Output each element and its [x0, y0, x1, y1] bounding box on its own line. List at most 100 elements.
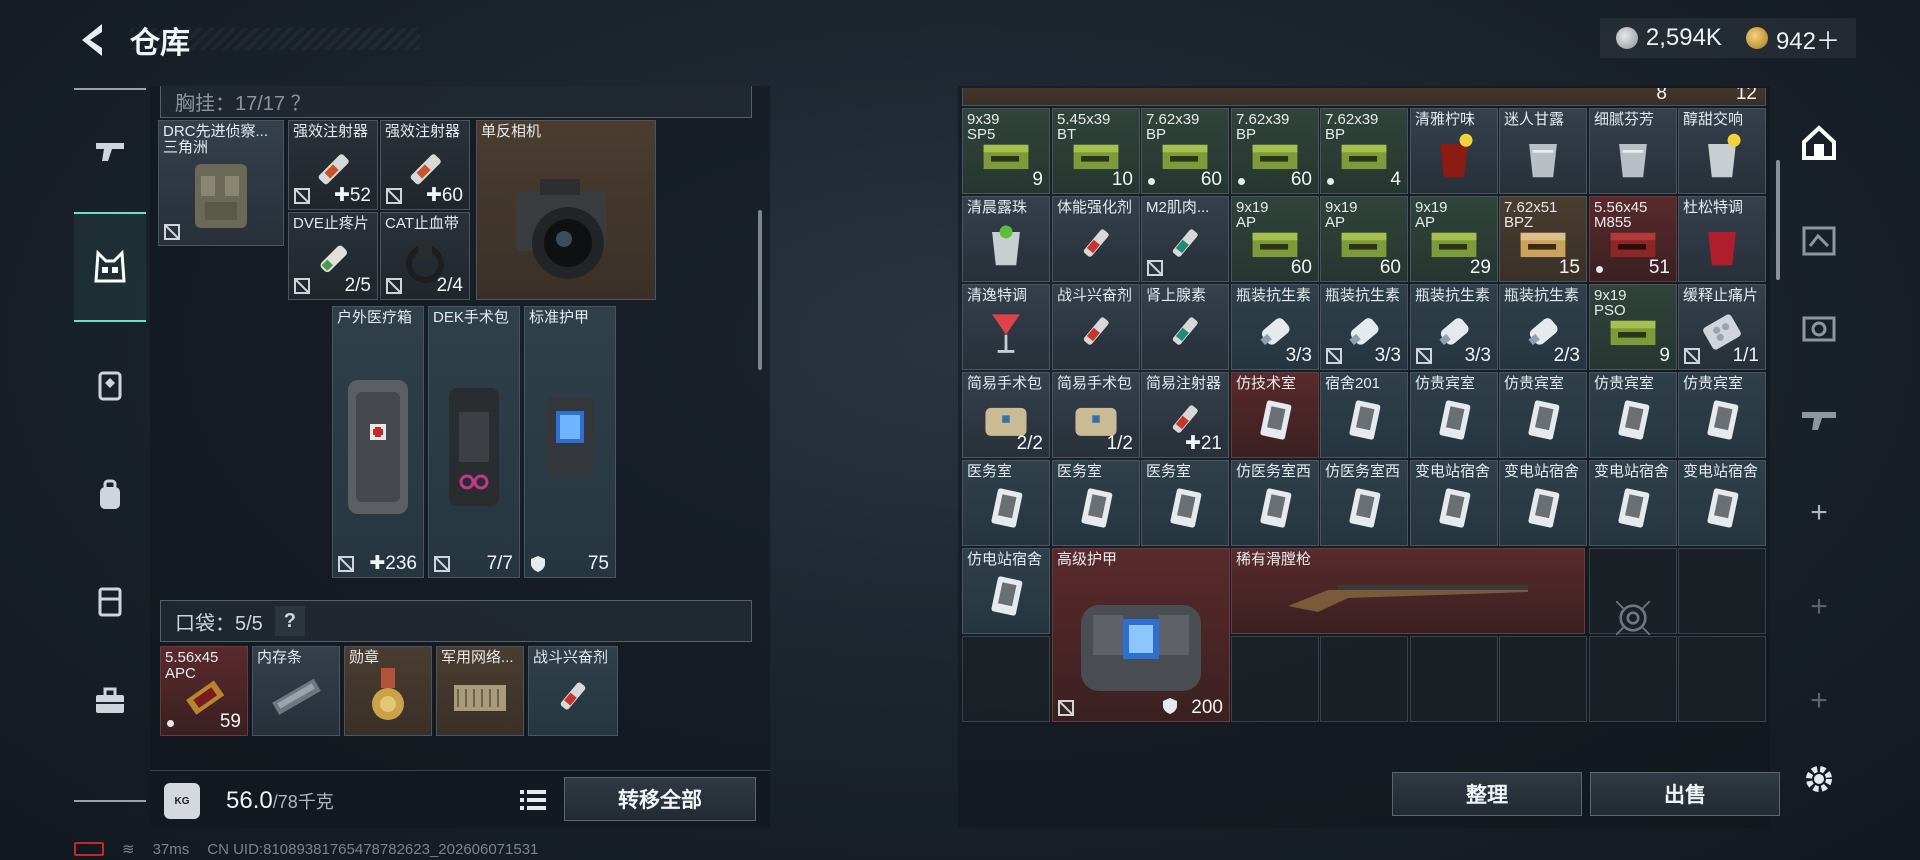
back-button[interactable] — [74, 20, 114, 60]
stash-slot[interactable]: 7.62x39 BP 60 — [1231, 108, 1319, 194]
stash-partial-row: 8 12 — [962, 88, 1766, 106]
stash-slot[interactable]: 简易注射器 ✚21 — [1141, 372, 1229, 458]
rig-slot[interactable]: 强效注射器 ✚52 — [288, 120, 378, 210]
expand-target-icon[interactable] — [1611, 596, 1655, 640]
stash-slot[interactable]: 5.45x39 BT 10 — [1052, 108, 1140, 194]
stash-slot[interactable]: 体能强化剂 — [1052, 196, 1140, 282]
stash-slot[interactable]: 迷人甘露 — [1499, 108, 1587, 194]
nav-case[interactable] — [74, 546, 146, 656]
pocket-slot[interactable]: 内存条 — [252, 646, 340, 736]
tab-stash-2[interactable] — [1782, 196, 1856, 286]
pocket-slot[interactable]: 军用网络... — [436, 646, 524, 736]
empty-stash-cell[interactable] — [1231, 636, 1319, 722]
stash-slot[interactable]: 仿贵宾室 — [1410, 372, 1498, 458]
stash-slot[interactable]: 9x19 AP 60 — [1320, 196, 1408, 282]
empty-stash-cell[interactable] — [1678, 548, 1766, 634]
stash-slot[interactable]: 变电站宿舍 — [1410, 460, 1498, 546]
settings-button[interactable] — [1782, 734, 1856, 824]
stash-slot[interactable]: 仿贵宾室 — [1678, 372, 1766, 458]
stash-slot[interactable]: 医务室 — [1141, 460, 1229, 546]
stash-slot[interactable]: 战斗兴奋剂 — [1052, 284, 1140, 370]
sell-button[interactable]: 出售 — [1590, 772, 1780, 816]
stash-slot[interactable]: 清逸特调 — [962, 284, 1050, 370]
stash-slot[interactable]: 变电站宿舍 — [1678, 460, 1766, 546]
item-name: 战斗兴奋剂 — [533, 649, 609, 666]
stash-slot[interactable]: 9x39 SP5 9 — [962, 108, 1050, 194]
stash-scrollbar[interactable] — [1776, 160, 1780, 280]
stash-slot[interactable]: 瓶装抗生素 3/3 — [1231, 284, 1319, 370]
stash-slot[interactable]: 医务室 — [1052, 460, 1140, 546]
stash-slot[interactable]: 仿电站宿舍 — [962, 548, 1050, 634]
stash-slot[interactable]: 医务室 — [962, 460, 1050, 546]
empty-stash-cell[interactable] — [1589, 636, 1677, 722]
help-button[interactable]: ? — [274, 606, 305, 636]
stash-slot[interactable]: 清雅柠味 — [1410, 108, 1498, 194]
stash-slot[interactable]: 仿技术室 — [1231, 372, 1319, 458]
rig-slot[interactable]: 强效注射器 ✚60 — [380, 120, 470, 210]
stash-slot[interactable]: 仿贵宾室 — [1589, 372, 1677, 458]
item-count: 1/2 — [1106, 433, 1133, 454]
rig-slot[interactable]: DEK手术包 7/7 — [428, 306, 520, 578]
stash-slot[interactable]: 稀有滑膛枪 — [1231, 548, 1585, 634]
rig-slot[interactable]: CAT止血带 2/4 — [380, 212, 470, 300]
stash-slot[interactable]: M2肌肉... — [1141, 196, 1229, 282]
nav-toolbox[interactable] — [74, 646, 146, 756]
stash-slot[interactable]: 瓶装抗生素 3/3 — [1320, 284, 1408, 370]
sort-button[interactable]: 整理 — [1392, 772, 1582, 816]
empty-stash-cell[interactable] — [1320, 636, 1408, 722]
stash-slot[interactable]: 7.62x39 BP 4 — [1320, 108, 1408, 194]
empty-stash-cell[interactable] — [1410, 636, 1498, 722]
empty-stash-cell[interactable] — [962, 636, 1050, 722]
stash-slot[interactable]: 缓释止痛片 1/1 — [1678, 284, 1766, 370]
stash-slot[interactable]: 变电站宿舍 — [1589, 460, 1677, 546]
stash-slot[interactable]: 仿医务室西 — [1320, 460, 1408, 546]
pocket-slot[interactable]: 战斗兴奋剂 — [528, 646, 618, 736]
stash-slot[interactable]: 瓶装抗生素 3/3 — [1410, 284, 1498, 370]
stash-slot[interactable]: 9x19 AP 60 — [1231, 196, 1319, 282]
stash-slot[interactable]: 9x19 AP 29 — [1410, 196, 1498, 282]
stash-slot[interactable]: 简易手术包 2/2 — [962, 372, 1050, 458]
rig-slot[interactable]: DVE止疼片 2/5 — [288, 212, 378, 300]
stash-slot[interactable]: 宿舍201 — [1320, 372, 1408, 458]
tab-stash-3[interactable] — [1782, 284, 1856, 374]
stash-slot[interactable]: 7.62x39 BP 60 — [1141, 108, 1229, 194]
nav-armor[interactable] — [74, 330, 146, 440]
pocket-slot[interactable]: 勋章 — [344, 646, 432, 736]
tab-add-3[interactable]: + — [1782, 656, 1856, 746]
stash-slot[interactable]: 5.56x45 M855 51 — [1589, 196, 1677, 282]
stash-slot[interactable]: 仿医务室西 — [1231, 460, 1319, 546]
tab-add-2[interactable]: + — [1782, 562, 1856, 652]
stash-slot[interactable]: 清晨露珠 — [962, 196, 1050, 282]
rig-slot[interactable]: 单反相机 — [476, 120, 656, 300]
rig-slot[interactable]: 户外医疗箱 ✚236 — [332, 306, 424, 578]
stash-slot[interactable]: 仿贵宾室 — [1499, 372, 1587, 458]
item-count: 60 — [1379, 257, 1401, 278]
stash-slot[interactable]: 7.62x51 BPZ 15 — [1499, 196, 1587, 282]
gold-currency[interactable]: 942＋ — [1745, 21, 1840, 56]
tab-main-stash[interactable] — [1782, 98, 1856, 188]
rig-slot[interactable]: DRC先进侦察... 三角洲 — [158, 120, 284, 246]
stash-slot[interactable]: 简易手术包 1/2 — [1052, 372, 1140, 458]
transfer-all-button[interactable]: 转移全部 — [564, 777, 756, 821]
stash-slot[interactable]: 醇甜交响 — [1678, 108, 1766, 194]
stash-slot[interactable]: 杜松特调 — [1678, 196, 1766, 282]
stash-slot[interactable]: 细腻芬芳 — [1589, 108, 1677, 194]
stash-slot[interactable]: 9x19 PSO 9 — [1589, 284, 1677, 370]
empty-stash-cell[interactable] — [1678, 636, 1766, 722]
stash-slot[interactable]: 肾上腺素 — [1141, 284, 1229, 370]
item-name: 迷人甘露 — [1504, 111, 1565, 128]
stash-slot[interactable]: 瓶装抗生素 2/3 — [1499, 284, 1587, 370]
stash-slot[interactable]: 变电站宿舍 — [1499, 460, 1587, 546]
nav-weapon[interactable] — [74, 96, 146, 206]
stash-slot[interactable]: 高级护甲 200 — [1052, 548, 1230, 722]
nav-rig[interactable] — [74, 212, 146, 322]
nav-backpack[interactable] — [74, 440, 146, 550]
list-icon[interactable] — [516, 783, 550, 817]
tab-stash-4[interactable] — [1782, 372, 1856, 462]
left-scrollbar[interactable] — [758, 210, 762, 370]
rig-slot[interactable]: 标准护甲 75 — [524, 306, 616, 578]
pocket-slot[interactable]: 5.56x45 APC 59 — [160, 646, 248, 736]
empty-stash-cell[interactable] — [1499, 636, 1587, 722]
item-name: 醇甜交响 — [1683, 111, 1744, 128]
tab-add-1[interactable]: + — [1782, 468, 1856, 558]
